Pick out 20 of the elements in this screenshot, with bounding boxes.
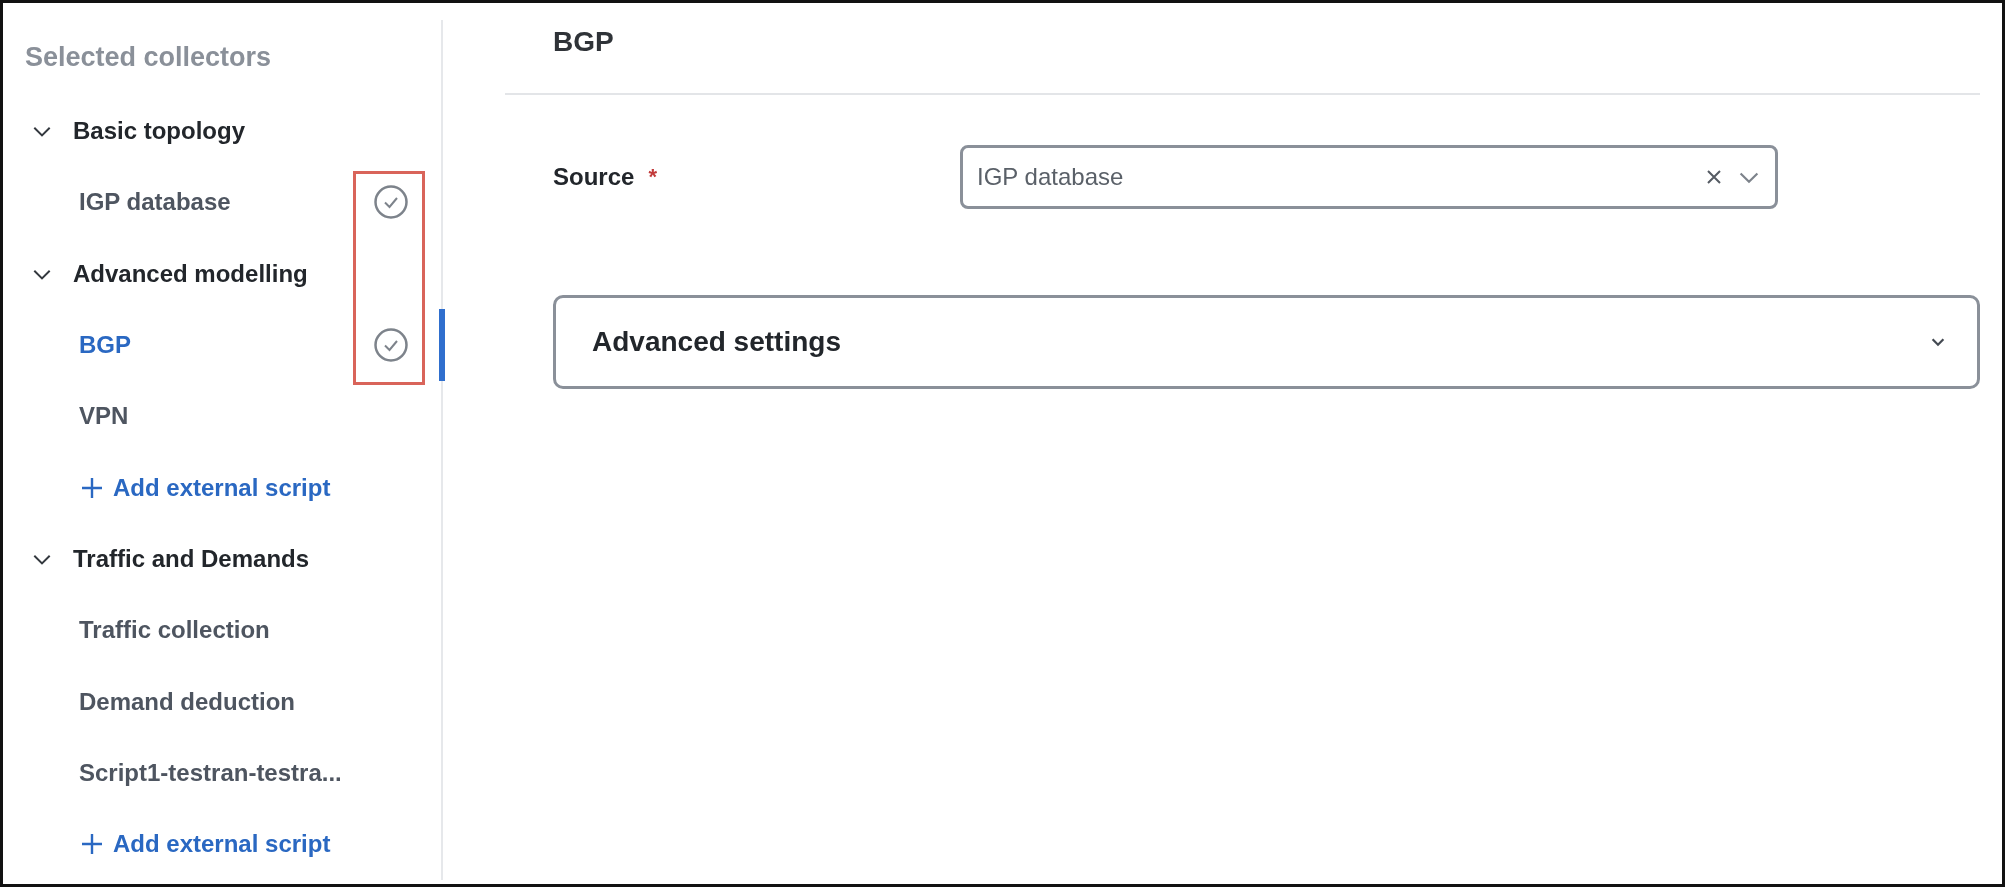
plus-icon <box>81 833 103 856</box>
sidebar-item[interactable]: Script1-testran-testra... <box>3 737 445 809</box>
add-script-link[interactable]: Add external script <box>3 808 441 881</box>
add-script-link[interactable]: Add external script <box>3 452 441 524</box>
group-heading[interactable]: Advanced modelling <box>3 238 441 310</box>
group-heading[interactable]: Basic topology <box>3 95 441 167</box>
sidebar-item[interactable]: Demand deduction <box>3 666 445 738</box>
sidebar-item[interactable]: VPN <box>3 380 445 452</box>
group-heading[interactable]: Traffic and Demands <box>3 523 441 595</box>
sidebar-item[interactable]: Traffic collection <box>3 594 445 667</box>
sidebar-title: Selected collectors <box>24 41 273 75</box>
sidebar-item[interactable]: BGP <box>3 309 445 381</box>
source-select[interactable]: IGP database <box>960 145 1778 209</box>
sidebar-item[interactable]: IGP database <box>3 166 445 238</box>
clear-icon[interactable] <box>1705 168 1723 186</box>
page-title: BGP <box>553 26 614 58</box>
field-label: Source <box>553 163 635 191</box>
required-mark: * <box>648 164 657 190</box>
advanced-settings-panel[interactable]: Advanced settings <box>553 295 1980 389</box>
plus-icon <box>81 476 103 499</box>
